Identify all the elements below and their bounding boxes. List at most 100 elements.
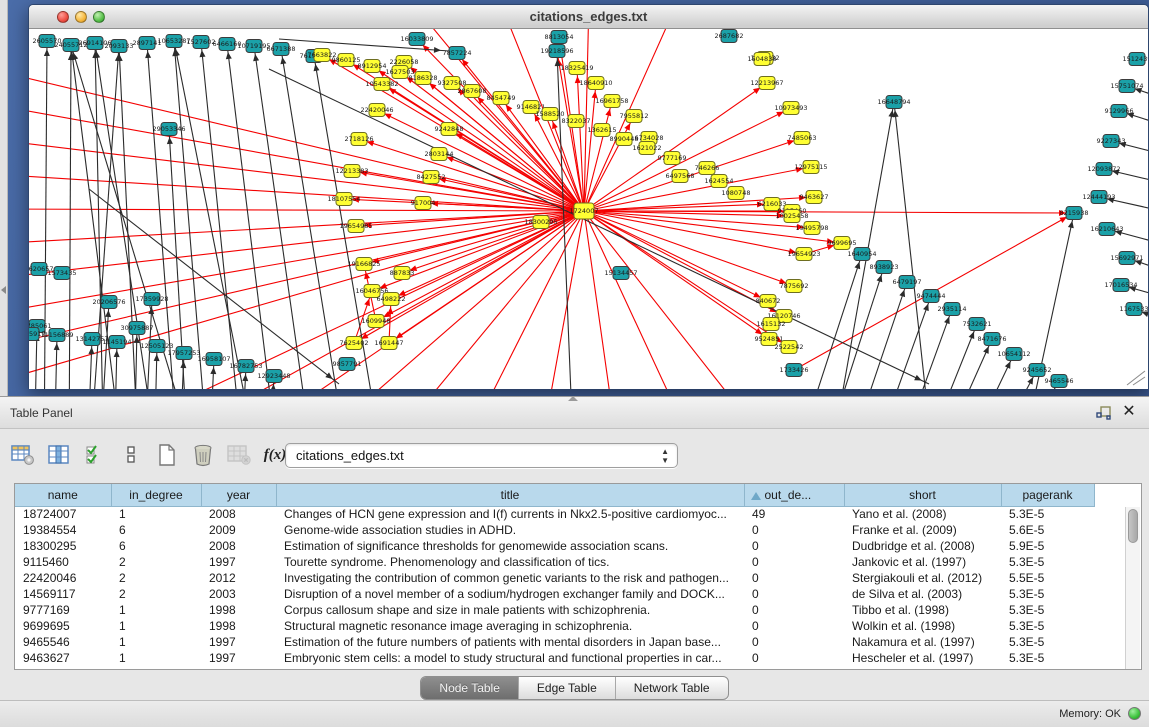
graph-node[interactable]: 18325419 [560, 62, 593, 75]
graph-node[interactable]: 9465546 [1045, 375, 1074, 388]
graph-node[interactable]: 29053346 [152, 123, 185, 136]
graph-node[interactable]: 17359928 [135, 293, 168, 306]
graph-node[interactable]: 8813054 [545, 31, 574, 44]
graph-node[interactable]: 1527602 [187, 36, 216, 49]
close-panel-icon[interactable]: ✕ [1120, 403, 1138, 421]
graph-node[interactable]: 9242848 [435, 123, 464, 136]
graph-node[interactable]: 19166825 [347, 258, 380, 271]
table-row[interactable]: 1830029562008Estimation of significance … [15, 538, 1094, 554]
network-window[interactable]: citations_edges.txt 26055702405571226914… [28, 4, 1149, 389]
graph-node[interactable]: 2935114 [938, 303, 967, 316]
graph-node[interactable]: 6498222 [377, 293, 406, 306]
graph-node[interactable]: 8471676 [978, 333, 1007, 346]
graph-node[interactable]: 20206576 [92, 296, 125, 309]
graph-node[interactable]: 2867608 [458, 85, 487, 98]
graph-node[interactable]: 18107554 [327, 193, 360, 206]
scrollbar-thumb[interactable] [1128, 509, 1138, 543]
graph-node[interactable]: 19218596 [540, 45, 573, 58]
graph-node[interactable]: 1609948 [362, 315, 391, 328]
graph-node[interactable]: 7875692 [780, 280, 809, 293]
graph-node[interactable]: 9857791 [333, 358, 362, 371]
delete-table-icon[interactable] [226, 442, 252, 468]
table-row[interactable]: 1872400712008Changes of HCN gene express… [15, 506, 1094, 522]
table-row[interactable]: 1456911722003Disruption of a novel membe… [15, 586, 1094, 602]
graph-node[interactable]: 1691447 [375, 337, 404, 350]
graph-node[interactable]: 12213383 [335, 165, 368, 178]
network-window-titlebar[interactable]: citations_edges.txt [29, 5, 1148, 29]
graph-node[interactable]: 8186328 [409, 72, 438, 85]
table-vertical-scrollbar[interactable] [1125, 507, 1140, 670]
graph-node[interactable]: 17957253 [167, 347, 200, 360]
graph-node[interactable]: 6671388 [267, 43, 296, 56]
select-columns-icon[interactable] [82, 442, 108, 468]
tab-network-table[interactable]: Network Table [616, 677, 728, 699]
graph-node[interactable]: 12923448 [257, 370, 290, 383]
graph-node[interactable]: 15134457 [604, 267, 637, 280]
graph-node[interactable]: 19654923 [787, 248, 820, 261]
graph-node[interactable]: 10543382 [365, 78, 398, 91]
delete-rows-icon[interactable] [190, 442, 216, 468]
graph-node[interactable]: 9245652 [1023, 364, 1052, 377]
graph-node[interactable]: 1573435 [48, 267, 77, 280]
graph-node[interactable]: 8454749 [487, 92, 516, 105]
table-row[interactable]: 977716911998Corpus callosum shape and si… [15, 602, 1094, 618]
table-row[interactable]: 969969511998Structural magnetic resonanc… [15, 618, 1094, 634]
graph-node[interactable]: 1640954 [848, 248, 877, 261]
graph-node[interactable]: 1512439 [1123, 53, 1148, 66]
graph-node[interactable]: 887833 [390, 267, 415, 280]
graph-node[interactable]: 16033809 [400, 33, 433, 46]
graph-node[interactable]: 30975887 [120, 322, 153, 335]
side-panel-divider[interactable] [0, 0, 8, 396]
column-header-out_de[interactable]: out_de... [744, 484, 844, 506]
column-settings-icon[interactable] [46, 442, 72, 468]
table-row[interactable]: 946362711997Embryonic stem cells: a mode… [15, 650, 1094, 666]
graph-node[interactable]: 917004 [411, 197, 436, 210]
graph-node[interactable]: 2093133 [105, 40, 134, 53]
graph-node[interactable]: 7625402 [340, 337, 369, 350]
graph-node[interactable]: 9860125 [332, 54, 361, 67]
column-header-in_degree[interactable]: in_degree [111, 484, 201, 506]
splitter-grip-icon[interactable] [568, 396, 578, 401]
memory-ok-icon[interactable] [1128, 707, 1141, 720]
table-row[interactable]: 911546021997Tourette syndrome. Phenomeno… [15, 554, 1094, 570]
graph-node[interactable]: 16958107 [197, 353, 230, 366]
graph-node[interactable]: 12213967 [750, 77, 783, 90]
graph-node[interactable]: 9699695 [828, 237, 857, 250]
graph-node[interactable]: 9129966 [1105, 105, 1134, 118]
graph-node[interactable]: 840672 [756, 295, 781, 308]
table-row[interactable]: 1938455462009Genome-wide association stu… [15, 522, 1094, 538]
table-row[interactable]: 946554611997Estimation of the future num… [15, 634, 1094, 650]
graph-node[interactable]: 7955812 [620, 110, 649, 123]
float-panel-icon[interactable] [1096, 405, 1112, 421]
graph-node[interactable]: 12975115 [794, 161, 827, 174]
column-header-title[interactable]: title [276, 484, 744, 506]
table-selector-dropdown[interactable]: citations_edges.txt ▲▼ [285, 443, 678, 468]
new-table-icon[interactable] [154, 442, 180, 468]
citation-network-graph[interactable]: 2605570240557122691410620931332897141106… [29, 29, 1148, 389]
column-header-year[interactable]: year [201, 484, 276, 506]
table-row[interactable]: 2242004622012Investigating the contribut… [15, 570, 1094, 586]
collapse-arrow-icon[interactable] [1, 286, 6, 294]
column-header-pagerank[interactable]: pagerank [1001, 484, 1094, 506]
tab-edge-table[interactable]: Edge Table [519, 677, 616, 699]
graph-node[interactable]: 16648794 [877, 96, 910, 109]
graph-node[interactable]: 1724007 [570, 203, 599, 219]
graph-node[interactable]: 10025458 [775, 210, 808, 223]
graph-node[interactable]: 9474444 [917, 290, 946, 303]
graph-node[interactable]: 1733426 [780, 364, 809, 377]
graph-node[interactable]: 2522542 [775, 341, 804, 354]
graph-node[interactable]: 1621022 [633, 142, 662, 155]
network-canvas[interactable]: 2605570240557122691410620931332897141106… [29, 29, 1148, 389]
column-header-name[interactable]: name [15, 484, 111, 506]
graph-node[interactable]: 6479197 [893, 276, 922, 289]
graph-node[interactable]: 19654985 [339, 220, 372, 233]
tab-node-table[interactable]: Node Table [421, 677, 519, 699]
graph-node[interactable]: 18640910 [579, 77, 612, 90]
graph-node[interactable]: 9463627 [800, 191, 829, 204]
table-settings-icon[interactable] [10, 442, 36, 468]
graph-node[interactable]: 10654112 [997, 348, 1030, 361]
graph-node[interactable]: 1624554 [705, 175, 734, 188]
graph-node[interactable]: 19495798 [795, 222, 828, 235]
graph-node[interactable]: 8938923 [870, 261, 899, 274]
graph-node[interactable]: 7532621 [963, 318, 992, 331]
